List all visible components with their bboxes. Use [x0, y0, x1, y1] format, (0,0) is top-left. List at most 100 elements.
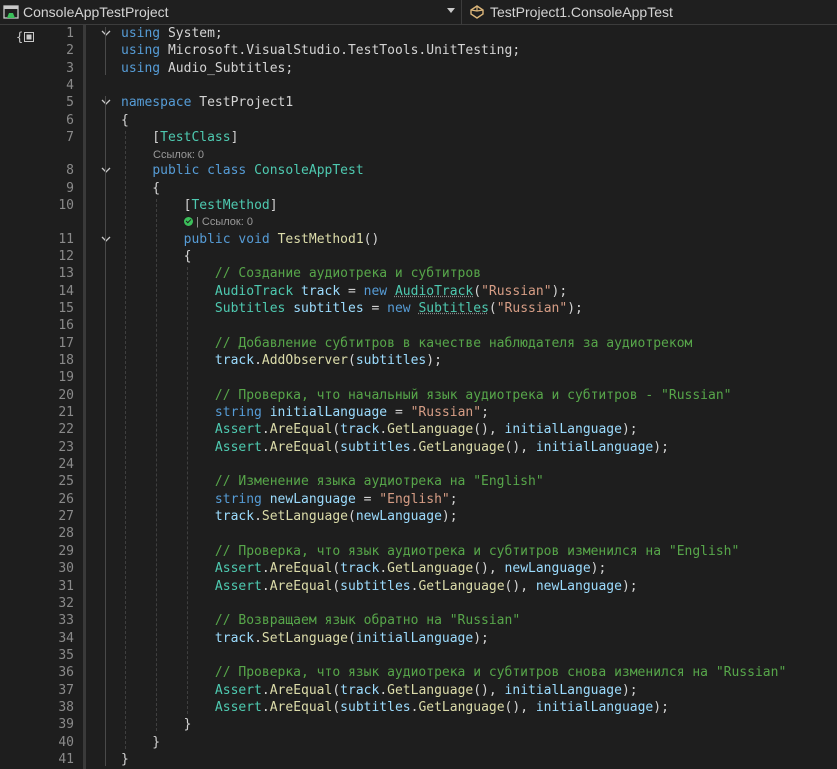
fold-chevron-icon[interactable] — [100, 27, 112, 39]
code-token: . — [261, 578, 270, 594]
code-text: Assert.AreEqual(subtitles.GetLanguage(),… — [121, 439, 669, 456]
code-line[interactable]: 3 using Audio_Subtitles; — [0, 60, 837, 77]
code-token: = — [355, 491, 380, 507]
code-token: AreEqual — [269, 561, 333, 577]
code-text: // Проверка, что язык аудиотрека и субти… — [121, 664, 786, 681]
project-dropdown[interactable]: ConsoleAppTestProject — [0, 0, 462, 24]
code-token: (), — [473, 422, 505, 438]
code-token: track — [340, 682, 380, 698]
code-line[interactable]: 2 using Microsoft.VisualStudio.TestTools.… — [0, 42, 837, 59]
code-token: ( — [488, 300, 497, 316]
code-token: Subtitles — [418, 300, 489, 316]
code-token: string — [214, 405, 262, 420]
line-number: 19 — [58, 370, 74, 386]
code-token: (), — [504, 699, 536, 715]
code-token: . — [254, 352, 262, 368]
line-number: 22 — [58, 422, 74, 438]
code-token: { — [121, 180, 161, 196]
code-token: "English" — [379, 491, 450, 507]
line-number: 18 — [58, 352, 74, 368]
code-token: (), — [473, 561, 505, 577]
code-token: ); — [621, 578, 638, 594]
code-token: ConsoleAppTest — [254, 163, 364, 179]
code-token: ] — [230, 130, 239, 146]
indent-guide — [125, 131, 126, 749]
codelens-references-class[interactable]: Ссылок: 0 — [153, 148, 204, 162]
code-editor[interactable]: { Ссылок: 0 | Ссылок: 0 1 using System; 2 u… — [0, 25, 837, 769]
line-number: 13 — [58, 266, 74, 282]
code-text: Assert.AreEqual(track.GetLanguage(), new… — [121, 560, 606, 577]
code-token: AreEqual — [269, 699, 333, 715]
code-text: using Audio_Subtitles; — [121, 60, 293, 77]
code-text: Assert.AreEqual(track.GetLanguage(), ini… — [121, 682, 638, 699]
code-token: GetLanguage — [418, 578, 505, 594]
fold-chevron-icon[interactable] — [100, 233, 112, 245]
code-token: TestMethod — [191, 198, 270, 214]
line-number: 34 — [58, 630, 74, 646]
code-token: subtitles — [355, 352, 427, 368]
code-token: ( — [347, 352, 356, 368]
code-token: ); — [473, 630, 489, 646]
code-token: initialLanguage — [504, 682, 622, 698]
line-number: 17 — [58, 335, 74, 351]
code-token: public — [183, 231, 231, 247]
code-text: Assert.AreEqual(subtitles.GetLanguage(),… — [121, 699, 669, 716]
code-text: // Изменение языка аудиотрека на "Englis… — [121, 473, 544, 490]
code-token: ); — [567, 300, 583, 316]
code-token: () — [363, 231, 380, 247]
type-dropdown[interactable]: TestProject1.ConsoleAppTest — [466, 0, 837, 24]
code-token: namespace — [121, 95, 192, 111]
chevron-down-icon[interactable] — [447, 8, 455, 13]
code-line[interactable]: 5 namespace TestProject1 — [0, 94, 837, 111]
line-number: 29 — [58, 543, 74, 559]
code-token: track — [340, 422, 380, 438]
code-token: using — [121, 60, 161, 76]
code-token: initialLanguage — [535, 439, 654, 455]
code-token: "Russian" — [496, 300, 568, 316]
code-text: { — [121, 112, 129, 129]
code-line[interactable]: 41} — [0, 751, 837, 768]
code-token: GetLanguage — [387, 682, 474, 698]
code-token: ); — [653, 699, 669, 715]
code-token: Assert — [214, 422, 262, 438]
test-project-icon — [3, 5, 19, 19]
code-line[interactable]: 6{ — [0, 112, 837, 129]
code-token: void — [238, 231, 270, 247]
code-text: } — [121, 751, 129, 768]
type-name: TestProject1.ConsoleAppTest — [490, 4, 673, 20]
code-token: new — [363, 283, 388, 299]
code-token: Assert — [214, 578, 262, 594]
code-token: track — [301, 283, 341, 299]
code-token: ( — [332, 439, 341, 455]
fold-chevron-icon[interactable] — [100, 96, 112, 108]
line-number: 24 — [58, 457, 74, 473]
code-token: GetLanguage — [387, 561, 474, 577]
fold-chevron-icon[interactable] — [100, 164, 112, 176]
code-token: subtitles — [340, 578, 411, 594]
code-line[interactable]: 1 using System; — [0, 25, 837, 42]
code-token: System; — [160, 26, 223, 41]
code-token: TestMethod1 — [277, 231, 364, 247]
code-line[interactable]: 4 — [0, 77, 837, 94]
line-number: 5 — [66, 95, 74, 111]
code-token: ); — [551, 283, 568, 299]
code-text: Subtitles subtitles = new Subtitles("Rus… — [121, 300, 583, 317]
line-number: 25 — [58, 474, 74, 490]
line-number: 4 — [66, 78, 74, 94]
line-number: 7 — [66, 130, 74, 146]
code-token: // Проверка, что язык аудиотрека и субти… — [121, 665, 787, 681]
code-token: . — [379, 561, 388, 577]
line-number: 30 — [58, 561, 74, 577]
line-number: 11 — [58, 231, 74, 247]
code-token: } — [121, 734, 161, 750]
codelens-test-status[interactable]: | Ссылок: 0 — [184, 215, 253, 229]
code-token: class — [207, 163, 247, 179]
code-token: newLanguage — [355, 509, 442, 525]
outline-line — [105, 27, 106, 75]
outline-line — [105, 232, 106, 732]
